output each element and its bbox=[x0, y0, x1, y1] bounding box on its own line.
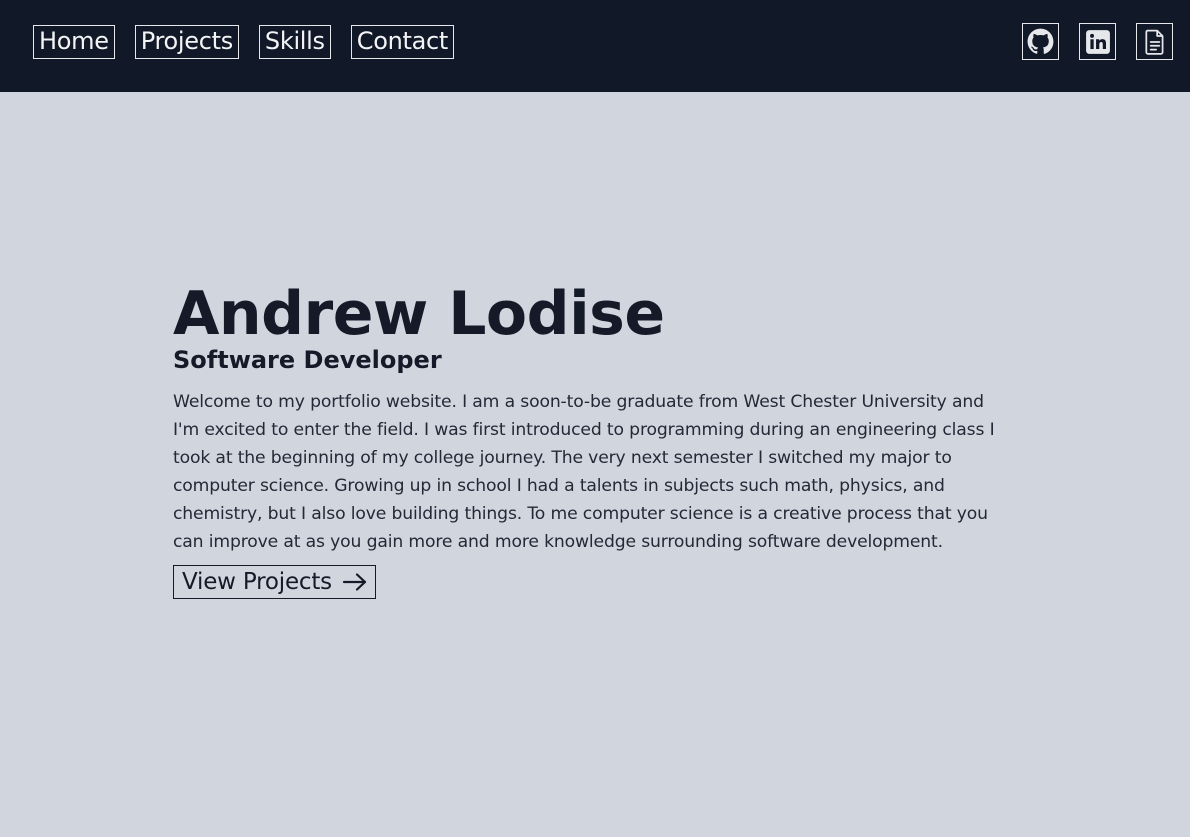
resume-document-icon bbox=[1144, 29, 1163, 55]
linkedin-link-button[interactable] bbox=[1079, 23, 1116, 60]
nav-links: Home Projects Skills Contact bbox=[33, 25, 455, 59]
nav-link-home[interactable]: Home bbox=[33, 25, 115, 59]
job-title: Software Developer bbox=[173, 346, 442, 374]
social-links bbox=[1022, 23, 1173, 60]
nav-link-projects[interactable]: Projects bbox=[134, 25, 239, 59]
hero-section: Andrew Lodise Software Developer Welcome… bbox=[173, 278, 1013, 599]
top-navigation-bar: Home Projects Skills Contact bbox=[0, 0, 1190, 92]
linkedin-icon bbox=[1085, 29, 1110, 54]
nav-link-contact[interactable]: Contact bbox=[350, 25, 455, 59]
page-title: Andrew Lodise bbox=[173, 279, 665, 349]
nav-link-skills[interactable]: Skills bbox=[258, 25, 331, 59]
resume-link-button[interactable] bbox=[1136, 23, 1173, 60]
arrow-right-icon bbox=[342, 573, 367, 591]
github-link-button[interactable] bbox=[1022, 23, 1059, 60]
view-projects-label: View Projects bbox=[182, 569, 332, 595]
github-icon bbox=[1027, 28, 1054, 54]
bio-paragraph: Welcome to my portfolio website. I am a … bbox=[173, 392, 995, 552]
view-projects-button[interactable]: View Projects bbox=[173, 565, 376, 599]
